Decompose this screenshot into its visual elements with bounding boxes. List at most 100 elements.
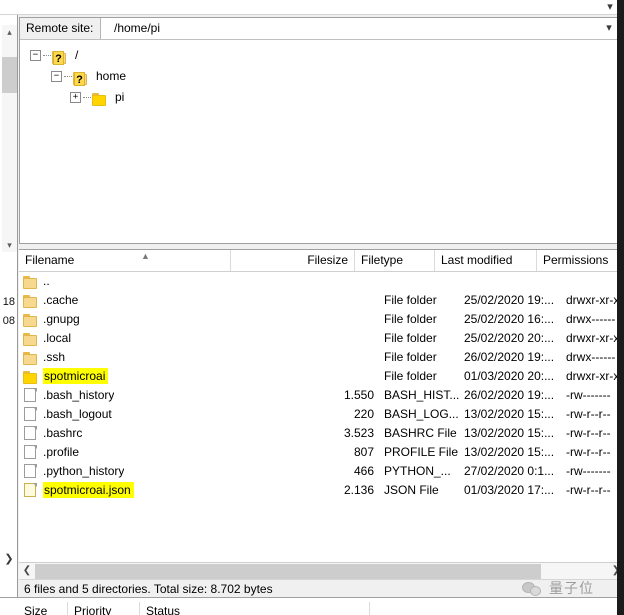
table-row[interactable]: .local File folder 25/02/2020 20:... drw… <box>19 329 624 348</box>
cell-last-modified: 26/02/2020 19:... <box>464 350 555 364</box>
cell-last-modified: 25/02/2020 20:... <box>464 331 555 345</box>
column-header-filetype[interactable]: Filetype <box>355 250 435 271</box>
cell-last-modified: 25/02/2020 19:... <box>464 293 555 307</box>
transfer-queue-header: Size Priority Status <box>0 597 624 615</box>
tree-expander[interactable]: + <box>70 92 81 103</box>
cell-filename: .cache <box>43 293 79 307</box>
cell-filetype: PYTHON_... <box>384 464 451 478</box>
file-list-horizontal-scrollbar[interactable]: ❮ ❯ <box>19 562 624 579</box>
table-row[interactable]: .bashrc 3.523 BASHRC File 13/02/2020 15:… <box>19 424 624 443</box>
cell-filesize <box>250 272 374 291</box>
cell-filename: .bash_history <box>43 388 115 402</box>
watermark-text: 量子位 <box>549 581 594 597</box>
left-clipped-panel: ▴ ▾ 18 08 ❯ <box>0 15 18 615</box>
tree-node-label: / <box>75 48 79 62</box>
table-row[interactable]: .ssh File folder 26/02/2020 19:... drwx-… <box>19 348 624 367</box>
status-text: 6 files and 5 directories. Total size: 8… <box>24 582 273 596</box>
tree-node-home[interactable]: − ? home <box>20 66 624 87</box>
cell-last-modified: 13/02/2020 15:... <box>464 407 555 421</box>
cell-permissions: drwx------ <box>566 312 616 326</box>
tree-connector <box>83 97 91 98</box>
cell-permissions: drwxr-xr-x <box>566 293 620 307</box>
remote-file-list-pane: Filename ▲ Filesize Filetype Last modifi… <box>19 249 624 597</box>
scroll-down-chevron-down-icon[interactable]: ▾ <box>2 238 17 252</box>
table-row[interactable]: .gnupg File folder 25/02/2020 16:... drw… <box>19 310 624 329</box>
cell-last-modified: 13/02/2020 15:... <box>464 426 555 440</box>
tree-expander[interactable]: − <box>30 50 41 61</box>
queue-column-size[interactable]: Size <box>18 602 68 615</box>
column-header-permissions[interactable]: Permissions <box>537 250 624 271</box>
hscroll-chevron-left-icon[interactable]: ❮ <box>19 563 35 579</box>
table-row[interactable]: .bash_history 1.550 BASH_HIST... 26/02/2… <box>19 386 624 405</box>
highlight-marker: spotmicroai.json <box>43 482 134 498</box>
cell-filetype: BASH_LOG... <box>384 407 459 421</box>
file-list-header: Filename ▲ Filesize Filetype Last modifi… <box>19 250 624 272</box>
cell-filetype: File folder <box>384 369 437 383</box>
cell-filetype: BASHRC File <box>384 426 457 440</box>
left-scrollbar-thumb[interactable] <box>2 57 17 93</box>
tree-node-root[interactable]: − ? / <box>20 45 624 66</box>
json-document-icon <box>23 483 38 497</box>
cell-last-modified: 01/03/2020 20:... <box>464 369 555 383</box>
cell-last-modified: 13/02/2020 15:... <box>464 445 555 459</box>
cell-filename: .python_history <box>43 464 125 478</box>
cell-filesize: 3.523 <box>343 426 374 440</box>
queue-column-status[interactable]: Status <box>140 602 370 615</box>
cell-filename: .. <box>43 274 50 288</box>
wechat-icon <box>522 581 544 597</box>
folder-icon <box>92 93 108 107</box>
cell-filetype: File folder <box>384 350 437 364</box>
table-row[interactable]: spotmicroai.json 2.136 JSON File 01/03/2… <box>19 481 624 500</box>
table-row[interactable]: .cache File folder 25/02/2020 19:... drw… <box>19 291 624 310</box>
table-row[interactable]: spotmicroai File folder 01/03/2020 20:..… <box>19 367 624 386</box>
top-dropdown-chevron-down-icon[interactable]: ▾ <box>603 1 617 14</box>
cell-permissions: -rw-r--r-- <box>566 445 611 459</box>
column-header-filesize[interactable]: Filesize <box>231 250 355 271</box>
top-divider <box>0 14 624 15</box>
cell-filesize: 220 <box>353 407 374 421</box>
remote-site-chevron-down-icon[interactable]: ▾ <box>602 21 616 36</box>
scroll-up-chevron-up-icon[interactable]: ▴ <box>2 25 17 39</box>
table-row[interactable]: .. <box>19 272 624 291</box>
cell-filesize: 1.550 <box>343 388 374 402</box>
document-icon <box>23 407 38 421</box>
tree-connector <box>64 76 72 77</box>
document-icon <box>23 426 38 440</box>
hscroll-thumb[interactable] <box>35 564 541 579</box>
cell-permissions: -rw-r--r-- <box>566 426 611 440</box>
folder-icon <box>23 371 39 385</box>
tree-node-pi[interactable]: + pi <box>20 87 624 108</box>
table-row[interactable]: .bash_logout 220 BASH_LOG... 13/02/2020 … <box>19 405 624 424</box>
cell-last-modified: 25/02/2020 16:... <box>464 312 555 326</box>
watermark: 量子位 <box>522 579 618 599</box>
tree-node-label: pi <box>115 90 125 104</box>
cell-filesize: 466 <box>353 464 374 478</box>
cell-filesize <box>250 367 374 386</box>
cell-filetype: BASH_HIST... <box>384 388 460 402</box>
folder-icon <box>23 333 39 347</box>
cell-filename: .ssh <box>43 350 66 364</box>
cell-filesize <box>250 291 374 310</box>
cell-permissions: -rw------- <box>566 388 611 402</box>
cell-filetype: File folder <box>384 293 437 307</box>
cell-filetype: JSON File <box>384 483 439 497</box>
left-vertical-scrollbar[interactable]: ▴ ▾ <box>2 25 17 252</box>
folder-icon <box>23 314 39 328</box>
right-edge-fill <box>617 0 624 615</box>
table-row[interactable]: .python_history 466 PYTHON_... 27/02/202… <box>19 462 624 481</box>
column-header-last-modified[interactable]: Last modified <box>435 250 537 271</box>
highlight-marker: spotmicroai <box>43 368 109 384</box>
cell-filename: spotmicroai <box>43 367 109 386</box>
column-header-filename[interactable]: Filename <box>19 250 231 271</box>
cell-filename: .profile <box>43 445 80 459</box>
queue-column-priority[interactable]: Priority <box>68 602 140 615</box>
tree-expander[interactable]: − <box>51 71 62 82</box>
remote-site-path-input[interactable]: /home/pi <box>114 18 160 39</box>
folder-unknown-icon: ? <box>52 51 68 65</box>
left-bottom-chevron-right-icon[interactable]: ❯ <box>2 551 16 567</box>
sort-ascending-icon: ▲ <box>141 251 150 261</box>
cell-filename: .bash_logout <box>43 407 112 421</box>
clipped-text-1: 18 <box>2 296 15 308</box>
table-row[interactable]: .profile 807 PROFILE File 13/02/2020 15:… <box>19 443 624 462</box>
status-bar: 6 files and 5 directories. Total size: 8… <box>19 579 624 597</box>
